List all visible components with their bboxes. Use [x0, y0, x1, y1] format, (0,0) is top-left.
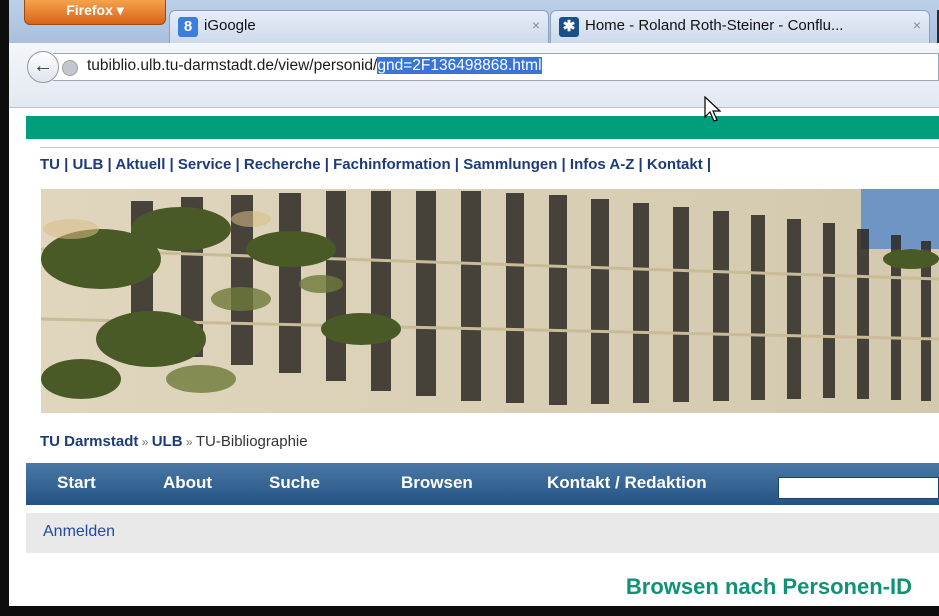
building-illustration — [41, 189, 939, 413]
nav-separator: | — [450, 156, 464, 173]
url-plain: tubiblio.ulb.tu-darmstadt.de/view/person… — [87, 57, 378, 74]
menu-item-start[interactable]: Start — [57, 473, 96, 493]
search-input[interactable] — [778, 477, 939, 499]
breadcrumb: TU Darmstadt » ULB » TU-Bibliographie — [40, 433, 308, 450]
login-link[interactable]: Anmelden — [43, 523, 115, 541]
main-menu: Start About Suche Browsen Kontakt / Reda… — [26, 463, 939, 505]
firefox-menu-button[interactable]: Firefox ▾ — [24, 0, 166, 25]
nav-link-kontakt[interactable]: Kontakt — [647, 156, 703, 173]
menu-item-suche[interactable]: Suche — [269, 473, 320, 493]
globe-icon — [62, 60, 78, 76]
nav-link-service[interactable]: Service — [178, 156, 231, 173]
nav-link-recherche[interactable]: Recherche — [244, 156, 321, 173]
nav-link-ulb[interactable]: ULB — [73, 156, 104, 173]
menu-item-browsen[interactable]: Browsen — [401, 473, 473, 493]
window-border — [0, 606, 939, 616]
divider — [40, 147, 939, 148]
nav-separator: | — [165, 156, 178, 173]
nav-link-tu[interactable]: TU — [40, 156, 60, 173]
close-icon[interactable]: × — [913, 17, 921, 33]
navigation-toolbar: tubiblio.ulb.tu-darmstadt.de/view/person… — [9, 43, 939, 108]
browser-window: Firefox ▾ 8 iGoogle × ✱ Home - Roland Ro… — [0, 0, 939, 616]
nav-link-infos-a-z[interactable]: Infos A-Z — [570, 156, 634, 173]
menu-item-about[interactable]: About — [163, 473, 212, 493]
url-text[interactable]: tubiblio.ulb.tu-darmstadt.de/view/person… — [87, 57, 542, 75]
login-bar: Anmelden — [26, 513, 939, 553]
close-icon[interactable]: × — [532, 17, 540, 33]
top-navigation: TU | ULB | Aktuell | Service | Recherche… — [40, 156, 711, 173]
tab-title: Home - Roland Roth-Steiner - Conflu... — [585, 17, 844, 34]
nav-separator: | — [103, 156, 116, 173]
breadcrumb-arrow: » — [182, 435, 196, 449]
nav-separator: | — [320, 156, 334, 173]
menu-item-kontakt-redaktion[interactable]: Kontakt / Redaktion — [547, 473, 707, 493]
window-border — [0, 0, 9, 616]
nav-separator: | — [60, 156, 73, 173]
tab-title: iGoogle — [204, 17, 256, 34]
confluence-icon: ✱ — [559, 17, 579, 37]
nav-link-sammlungen[interactable]: Sammlungen — [463, 156, 557, 173]
tab-igoogle[interactable]: 8 iGoogle × — [169, 10, 549, 44]
header-image — [41, 189, 939, 413]
url-selection: gnd=2F136498868.html — [377, 57, 542, 74]
page-title: Browsen nach Personen-ID — [625, 574, 912, 599]
breadcrumb-arrow: » — [138, 435, 152, 449]
nav-link-aktuell[interactable]: Aktuell — [115, 156, 165, 173]
breadcrumb-link-ulb[interactable]: ULB — [152, 433, 183, 450]
site-header-bar — [26, 116, 939, 139]
back-button[interactable]: ← — [27, 51, 59, 83]
nav-separator: | — [231, 156, 244, 173]
tab-confluence[interactable]: ✱ Home - Roland Roth-Steiner - Conflu...… — [550, 10, 930, 44]
nav-separator: | — [702, 156, 712, 173]
url-bar[interactable]: tubiblio.ulb.tu-darmstadt.de/view/person… — [53, 53, 939, 81]
nav-separator: | — [557, 156, 570, 173]
breadcrumb-link-tu-darmstadt[interactable]: TU Darmstadt — [40, 433, 138, 450]
g-icon: 8 — [178, 17, 198, 37]
nav-link-fachinformation[interactable]: Fachinformation — [333, 156, 451, 173]
breadcrumb-current: TU-Bibliographie — [195, 433, 308, 450]
web-page: TU | ULB | Aktuell | Service | Recherche… — [9, 108, 939, 606]
nav-separator: | — [634, 156, 647, 173]
tab-strip: Firefox ▾ 8 iGoogle × ✱ Home - Roland Ro… — [9, 0, 939, 44]
mouse-cursor-icon — [704, 96, 722, 122]
